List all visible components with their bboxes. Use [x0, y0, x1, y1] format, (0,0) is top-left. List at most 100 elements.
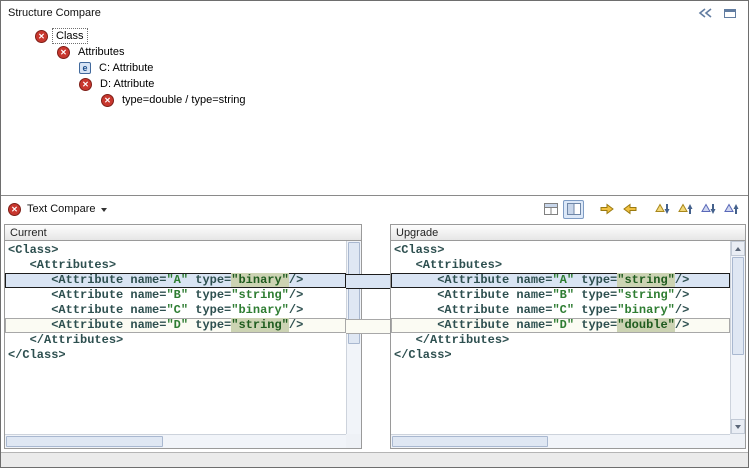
code-line[interactable]: </Attributes>: [5, 333, 346, 348]
left-scrollbar-corner: [346, 434, 361, 448]
diff-connector-selected[interactable]: [346, 274, 391, 289]
scroll-up-button[interactable]: [731, 241, 745, 256]
code-segment: "D": [166, 318, 188, 332]
right-code-wrap: <Class> <Attributes> <Attribute name="A"…: [390, 241, 746, 449]
code-segment: />: [289, 273, 303, 287]
code-line[interactable]: <Attribute name="A" type="binary"/>: [5, 273, 346, 288]
code-segment: type=: [574, 273, 617, 287]
tree-item[interactable]: ✕type=double / type=string: [1, 92, 748, 108]
code-segment: "string": [231, 288, 289, 302]
structure-compare-toolbar: [696, 6, 742, 20]
two-way-compare-icon[interactable]: [563, 200, 584, 219]
diff-connector[interactable]: [346, 319, 391, 334]
code-segment: "A": [552, 273, 574, 287]
copy-left-to-right-icon[interactable]: [596, 200, 617, 219]
code-segment: "double": [617, 318, 675, 332]
code-segment: <Attribute name=: [8, 273, 166, 287]
right-hscrollbar-thumb[interactable]: [392, 436, 548, 447]
code-segment: <Attribute name=: [8, 288, 166, 302]
right-pane-header: Upgrade: [390, 224, 746, 241]
code-segment: type=: [188, 318, 231, 332]
right-code-area[interactable]: <Class> <Attributes> <Attribute name="A"…: [391, 241, 730, 434]
code-segment: type=: [574, 318, 617, 332]
code-line[interactable]: <Attributes>: [5, 258, 346, 273]
code-segment: "C": [166, 303, 188, 317]
code-line[interactable]: <Attribute name="B" type="string"/>: [5, 288, 346, 303]
left-pane-title: Current: [10, 227, 47, 239]
left-pane-header: Current: [4, 224, 362, 241]
code-segment: />: [289, 318, 303, 332]
next-difference-icon[interactable]: [652, 200, 673, 219]
code-segment: <Attributes>: [394, 258, 502, 272]
code-segment: type=: [188, 288, 231, 302]
tree-item[interactable]: ✕ D: Attribute: [1, 76, 748, 92]
right-vertical-scrollbar[interactable]: [730, 241, 745, 434]
code-line[interactable]: <Attribute name="A" type="string"/>: [391, 273, 730, 288]
next-change-icon[interactable]: [698, 200, 719, 219]
code-segment: <Attribute name=: [8, 318, 166, 332]
left-pane: Current <Class> <Attributes> <Attribute …: [4, 224, 362, 449]
arrow-up-icon: [735, 244, 741, 251]
tree-item[interactable]: ✕Class: [1, 28, 748, 44]
viewer-menu-dropdown-icon[interactable]: [101, 208, 107, 212]
code-segment: />: [675, 273, 689, 287]
code-line[interactable]: </Class>: [391, 348, 730, 363]
right-scrollbar-thumb[interactable]: [732, 257, 744, 355]
text-compare-title: Text Compare: [27, 203, 95, 215]
code-segment: />: [289, 303, 303, 317]
code-segment: <Attributes>: [8, 258, 116, 272]
left-code-wrap: <Class> <Attributes> <Attribute name="A"…: [4, 241, 362, 449]
maximize-view-icon[interactable]: [721, 6, 739, 20]
code-line[interactable]: <Attributes>: [391, 258, 730, 273]
scroll-down-button[interactable]: [731, 419, 745, 434]
code-segment: type=: [574, 288, 617, 302]
minimize-view-icon[interactable]: [696, 6, 714, 20]
structure-tree: ✕Class✕Attributes e C: Attribute ✕ D: Attrib…: [1, 21, 748, 108]
code-line[interactable]: <Attribute name="B" type="string"/>: [391, 288, 730, 303]
right-pane-title: Upgrade: [396, 227, 438, 239]
text-compare-header: ✕ Text Compare: [1, 196, 748, 222]
code-line[interactable]: <Attribute name="D" type="string"/>: [5, 318, 346, 333]
code-segment: <Attribute name=: [394, 303, 552, 317]
code-line[interactable]: <Class>: [5, 243, 346, 258]
code-segment: "binary": [231, 273, 289, 287]
code-segment: type=: [574, 303, 617, 317]
code-segment: "B": [552, 288, 574, 302]
show-ancestor-pane-icon[interactable]: [540, 200, 561, 219]
code-line[interactable]: <Attribute name="C" type="binary"/>: [5, 303, 346, 318]
code-line[interactable]: <Class>: [391, 243, 730, 258]
code-segment: <Class>: [8, 243, 58, 257]
code-segment: "string": [617, 288, 675, 302]
left-vertical-scrollbar[interactable]: [346, 241, 361, 434]
change-icon: ✕: [57, 46, 70, 59]
change-icon: ✕: [79, 78, 92, 91]
left-hscrollbar-thumb[interactable]: [6, 436, 163, 447]
code-line[interactable]: </Attributes>: [391, 333, 730, 348]
text-compare-toolbar: [540, 200, 742, 219]
left-code-area[interactable]: <Class> <Attributes> <Attribute name="A"…: [5, 241, 346, 434]
code-segment: "string": [231, 318, 289, 332]
previous-change-icon[interactable]: [721, 200, 742, 219]
compare-editor-window: Structure Compare ✕Class✕AttributeseC: A…: [0, 0, 749, 468]
left-horizontal-scrollbar[interactable]: [5, 434, 346, 448]
tree-item[interactable]: e C: Attribute: [1, 60, 748, 76]
change-icon: ✕: [35, 30, 48, 43]
tree-item-label: D: Attribute: [97, 77, 157, 91]
copy-right-to-left-icon[interactable]: [619, 200, 640, 219]
code-segment: <Attribute name=: [394, 288, 552, 302]
code-segment: "binary": [617, 303, 675, 317]
code-segment: <Class>: [394, 243, 444, 257]
code-segment: <Attribute name=: [394, 318, 552, 332]
tree-item-label: C: Attribute: [96, 61, 156, 75]
code-segment: />: [675, 318, 689, 332]
code-line[interactable]: <Attribute name="C" type="binary"/>: [391, 303, 730, 318]
element-icon: e: [79, 62, 91, 74]
code-line[interactable]: </Class>: [5, 348, 346, 363]
code-segment: />: [675, 303, 689, 317]
code-line[interactable]: <Attribute name="D" type="double"/>: [391, 318, 730, 333]
code-segment: <Attribute name=: [394, 273, 552, 287]
previous-difference-icon[interactable]: [675, 200, 696, 219]
arrow-down-icon: [735, 425, 741, 432]
tree-item[interactable]: ✕Attributes: [1, 44, 748, 60]
right-horizontal-scrollbar[interactable]: [391, 434, 730, 448]
